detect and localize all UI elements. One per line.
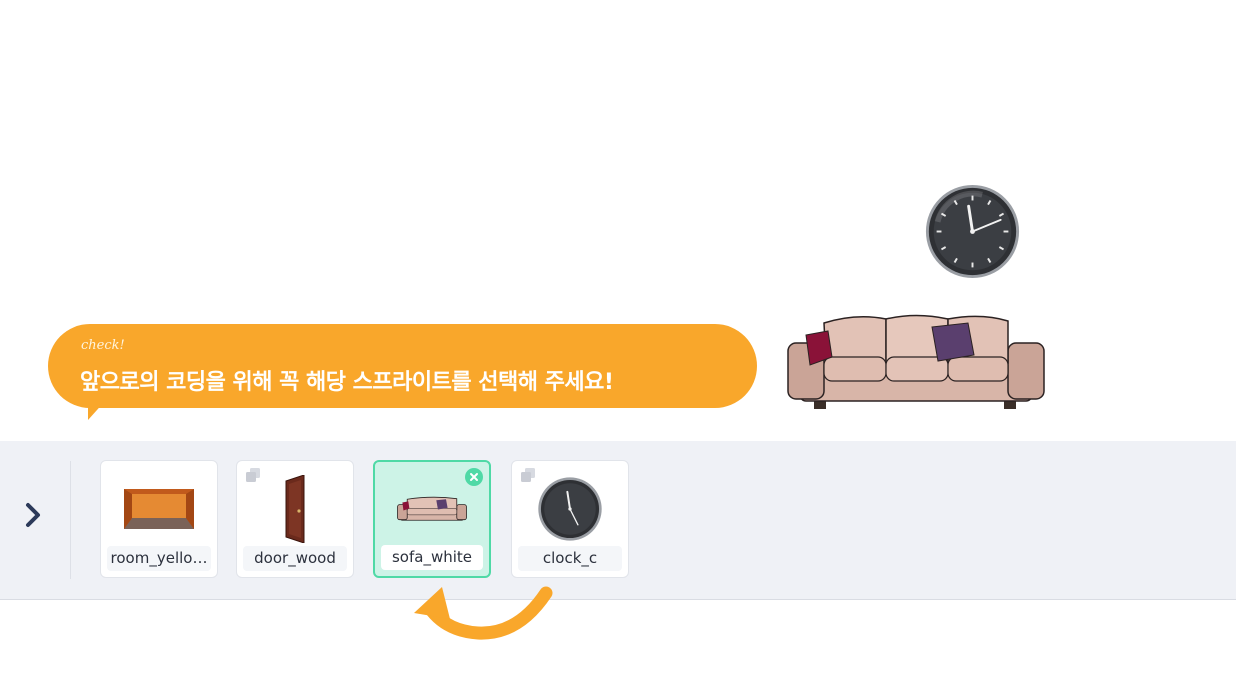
sprite-card-clock[interactable]: clock_c (511, 460, 629, 578)
check-label: check! (81, 338, 125, 353)
guide-arrow-icon (414, 586, 553, 640)
sprite-card-door[interactable]: door_wood (236, 460, 354, 578)
sprite-card-sofa[interactable]: sofa_white (373, 460, 491, 578)
room-thumbnail-icon (101, 469, 217, 549)
clock-thumbnail-icon (512, 469, 628, 549)
sofa-thumbnail-icon (375, 470, 489, 550)
sofa-sprite[interactable] (786, 313, 1046, 413)
door-thumbnail-icon (237, 469, 353, 549)
sprite-card-room[interactable]: room_yello… (100, 460, 218, 578)
sprite-name-label: room_yello… (107, 546, 211, 571)
sprite-name-label: clock_c (518, 546, 622, 571)
speech-bubble: check! 앞으로의 코딩을 위해 꼭 해당 스프라이트를 선택해 주세요! (48, 324, 757, 408)
sprite-name-label: sofa_white (381, 545, 483, 570)
expand-panel-button[interactable] (18, 499, 48, 531)
chevron-right-icon (26, 503, 40, 527)
panel-divider (70, 461, 71, 579)
clock-sprite[interactable] (924, 183, 1021, 280)
sprite-name-label: door_wood (243, 546, 347, 571)
instruction-text: 앞으로의 코딩을 위해 꼭 해당 스프라이트를 선택해 주세요! (80, 370, 614, 395)
sprite-list-panel: room_yello… door_wood sofa_white clock_c (0, 441, 1236, 600)
